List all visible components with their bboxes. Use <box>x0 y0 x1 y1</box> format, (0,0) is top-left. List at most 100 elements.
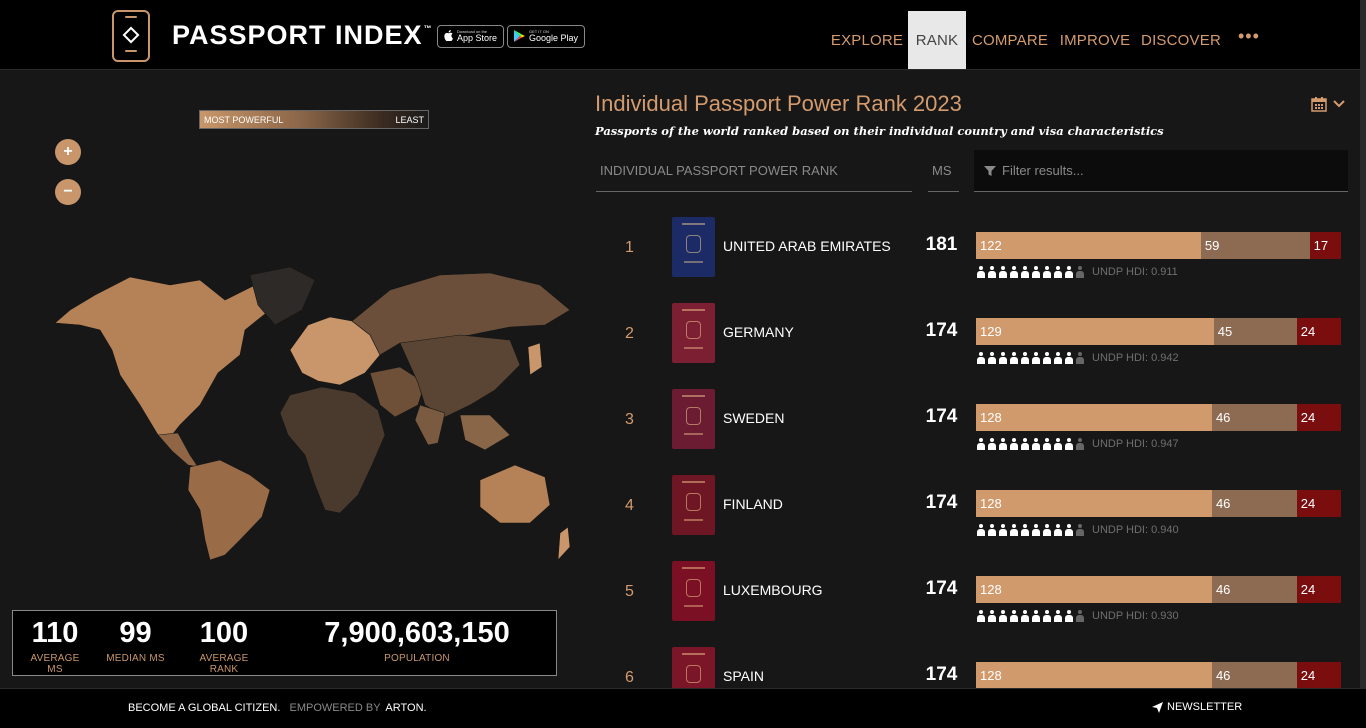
country-name[interactable]: SWEDEN <box>723 410 784 426</box>
person-icon <box>1064 524 1074 536</box>
zoom-out-button[interactable]: − <box>55 179 81 205</box>
person-icon <box>1064 352 1074 364</box>
chevron-down-icon[interactable] <box>1332 97 1346 111</box>
person-icon <box>998 438 1008 450</box>
stat-value: 100 <box>199 617 249 649</box>
person-icon <box>1075 266 1085 278</box>
page-title: Individual Passport Power Rank 2023 <box>595 91 962 116</box>
column-header-ms[interactable]: MS <box>928 150 959 192</box>
person-icon <box>998 610 1008 622</box>
map-japan[interactable] <box>527 342 543 376</box>
mobility-score: 174 <box>925 492 958 513</box>
map-africa[interactable] <box>279 386 386 514</box>
filter-icon <box>984 165 996 176</box>
map-central-america[interactable] <box>157 432 199 468</box>
hdi-indicator: UNDP HDI: 0.940 <box>976 523 1179 537</box>
nav-improve[interactable]: IMPROVE <box>1054 11 1136 69</box>
logo-bottom-bar <box>125 50 137 52</box>
newsletter-label: NEWSLETTER <box>1167 701 1243 713</box>
app-store-button[interactable]: Download on the App Store <box>437 25 505 48</box>
map-southeast-asia[interactable] <box>459 414 511 451</box>
footer-arton-link[interactable]: ARTON. <box>385 702 426 714</box>
nav-explore[interactable]: EXPLORE <box>826 11 908 69</box>
ranking-row[interactable]: 5 LUXEMBOURG 174 128 46 24 UNDP HDI: 0.9… <box>595 561 1355 647</box>
stat-label: AVERAGE MS <box>30 653 80 675</box>
newsletter-link[interactable]: NEWSLETTER <box>1152 701 1242 713</box>
footer-tagline-text: BECOME A GLOBAL CITIZEN. <box>128 702 281 714</box>
country-name[interactable]: GERMANY <box>723 324 794 340</box>
stat-median-ms: 99 MEDIAN MS <box>103 619 168 665</box>
person-icon <box>976 524 986 536</box>
person-icon <box>1031 438 1041 450</box>
scrollbar[interactable] <box>1360 0 1366 688</box>
world-map[interactable] <box>40 255 580 575</box>
filter-box[interactable] <box>974 150 1348 192</box>
passport-title-line <box>682 481 705 483</box>
person-icon <box>998 524 1008 536</box>
visa-bar[interactable]: 128 46 24 <box>976 662 1341 689</box>
nav-discover[interactable]: DISCOVER <box>1136 11 1226 69</box>
visa-bar[interactable]: 128 46 24 <box>976 576 1341 603</box>
stat-label: POPULATION <box>384 653 450 664</box>
person-icon <box>1064 438 1074 450</box>
visa-free-segment: 128 <box>976 404 1212 431</box>
visa-bar[interactable]: 128 46 24 <box>976 404 1341 431</box>
passport-cover[interactable] <box>672 217 715 277</box>
ranking-row[interactable]: 1 UNITED ARAB EMIRATES 181 122 59 17 UND… <box>595 217 1355 303</box>
person-icon <box>1031 266 1041 278</box>
map-australia[interactable] <box>479 464 551 524</box>
person-icon <box>1009 352 1019 364</box>
google-play-button[interactable]: GET IT ON Google Play <box>507 25 586 48</box>
nav-rank[interactable]: RANK <box>908 11 966 69</box>
zoom-in-button[interactable]: + <box>55 139 81 165</box>
page-subtitle: Passports of the world ranked based on t… <box>595 124 1164 138</box>
stat-population: 7,900,603,150 POPULATION <box>313 619 521 665</box>
stat-average-rank: 100 AVERAGE RANK <box>185 617 263 676</box>
calendar-icon[interactable] <box>1311 96 1327 112</box>
app-store-big: App Store <box>457 33 498 43</box>
legend-most: MOST POWERFUL <box>204 114 284 125</box>
passport-cover[interactable] <box>672 303 715 363</box>
country-name[interactable]: LUXEMBOURG <box>723 582 823 598</box>
logo-top-bar <box>125 16 137 18</box>
country-name[interactable]: FINLAND <box>723 496 783 512</box>
person-icon <box>1075 610 1085 622</box>
country-name[interactable]: UNITED ARAB EMIRATES <box>723 238 891 254</box>
logo-icon[interactable] <box>112 10 150 62</box>
passport-emblem-icon <box>686 665 701 683</box>
passport-cover[interactable] <box>672 561 715 621</box>
visa-required-segment: 24 <box>1296 404 1341 431</box>
visa-required-segment: 17 <box>1309 232 1341 259</box>
passport-cover[interactable] <box>672 475 715 535</box>
passport-title-line <box>682 223 705 225</box>
passport-text-line <box>684 519 703 521</box>
person-icon <box>1042 610 1052 622</box>
map-new-zealand[interactable] <box>557 526 571 561</box>
person-icon <box>1053 352 1063 364</box>
person-icon <box>1042 352 1052 364</box>
visa-required-segment: 24 <box>1296 576 1341 603</box>
country-name[interactable]: SPAIN <box>723 668 764 684</box>
ranking-row[interactable]: 3 SWEDEN 174 128 46 24 UNDP HDI: 0.947 <box>595 389 1355 475</box>
brand-text: PASSPORT INDEX <box>172 20 423 50</box>
person-icon <box>1053 438 1063 450</box>
person-icon <box>987 610 997 622</box>
visa-bar[interactable]: 128 46 24 <box>976 490 1341 517</box>
header: PASSPORT INDEX™ Download on the App Stor… <box>0 0 1366 70</box>
ranking-row[interactable]: 4 FINLAND 174 128 46 24 UNDP HDI: 0.940 <box>595 475 1355 561</box>
passport-emblem-icon <box>686 321 701 339</box>
map-south-america[interactable] <box>187 459 271 561</box>
brand-name[interactable]: PASSPORT INDEX™ <box>172 20 433 51</box>
person-icon <box>998 352 1008 364</box>
visa-bar[interactable]: 129 45 24 <box>976 318 1341 345</box>
nav-compare[interactable]: COMPARE <box>966 11 1054 69</box>
ranking-row[interactable]: 2 GERMANY 174 129 45 24 UNDP HDI: 0.942 <box>595 303 1355 389</box>
stat-average-ms: 110 AVERAGE MS <box>25 619 85 676</box>
more-menu-icon[interactable]: ••• <box>1238 26 1260 47</box>
person-icon <box>1042 438 1052 450</box>
passport-cover[interactable] <box>672 389 715 449</box>
filter-input[interactable] <box>1002 163 1332 178</box>
column-header-rank[interactable]: INDIVIDUAL PASSPORT POWER RANK <box>596 150 912 192</box>
visa-bar[interactable]: 122 59 17 <box>976 232 1341 259</box>
map-north-america[interactable] <box>54 276 271 441</box>
